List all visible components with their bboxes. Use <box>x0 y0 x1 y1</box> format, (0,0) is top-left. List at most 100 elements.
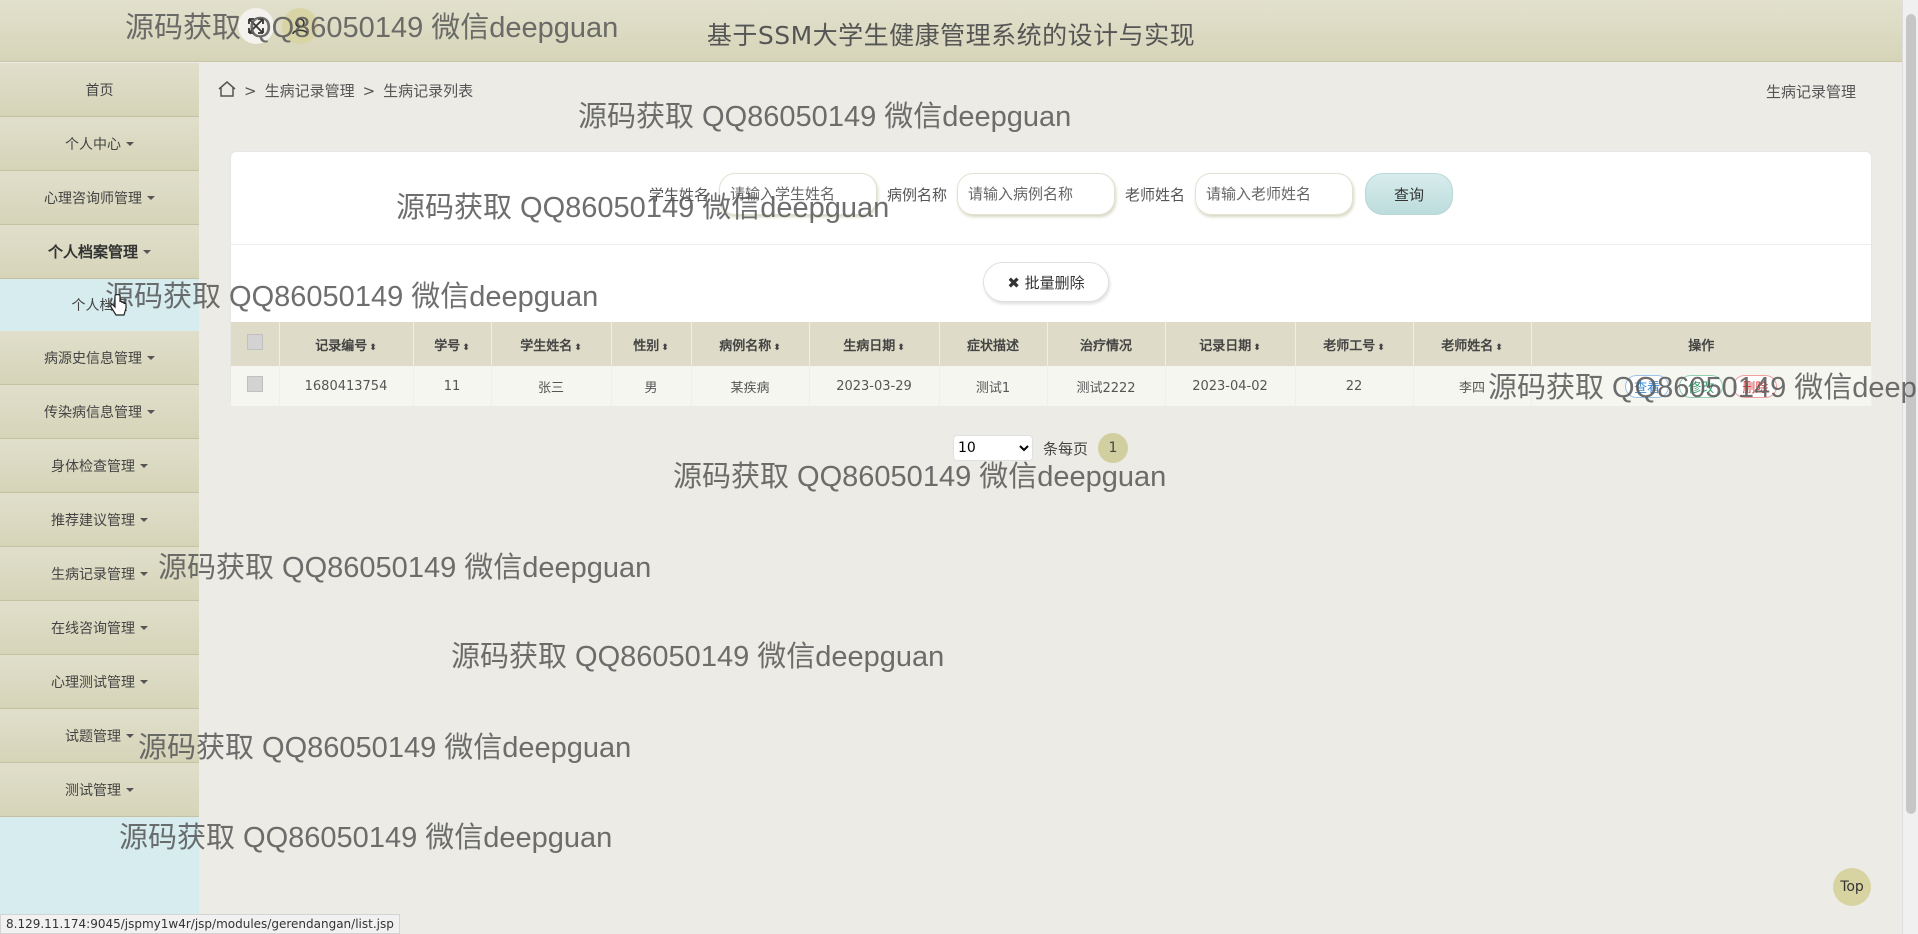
breadcrumb: > 生病记录管理 > 生病记录列表 <box>218 80 473 101</box>
sidebar-item-label: 个人档案管理 <box>47 243 138 261</box>
view-button[interactable]: 查看 <box>1625 374 1670 398</box>
close-icon: ✖ <box>1007 273 1025 292</box>
cell-record-no: 1680413754 <box>279 366 414 406</box>
sort-icon[interactable]: ⬍ <box>1377 343 1385 353</box>
caret-down-icon <box>126 141 134 146</box>
watermark: 源码获取 QQ86050149 微信deepguan <box>158 552 652 584</box>
caret-down-icon <box>140 679 148 684</box>
breadcrumb-level1[interactable]: 生病记录管理 <box>265 80 355 101</box>
sidebar-item-label: 在线咨询管理 <box>51 620 135 637</box>
sidebar-item-psych-test[interactable]: 心理测试管理 <box>0 655 199 709</box>
sidebar-item-label: 心理测试管理 <box>51 674 135 691</box>
watermark: 源码获取 QQ86050149 微信deepguan <box>138 732 632 764</box>
sidebar-item-home[interactable]: 首页 <box>0 63 199 117</box>
breadcrumb-separator: > <box>244 81 257 100</box>
sidebar-item-medical-history[interactable]: 病源史信息管理 <box>0 331 199 385</box>
sort-icon[interactable]: ⬍ <box>773 343 781 353</box>
edit-button[interactable]: 修改 <box>1679 374 1724 398</box>
disease-name-input[interactable] <box>957 173 1115 215</box>
column-label: 记录编号 <box>315 338 368 354</box>
back-to-top-button[interactable]: Top <box>1833 868 1871 906</box>
caret-down-icon <box>126 787 134 792</box>
caret-down-icon <box>147 409 155 414</box>
sidebar-item-label: 传染病信息管理 <box>44 404 142 421</box>
sort-icon[interactable]: ⬍ <box>897 343 905 353</box>
sidebar-item-label: 病源史信息管理 <box>44 350 142 367</box>
scrollbar-thumb[interactable] <box>1906 14 1916 814</box>
sidebar-item-label: 首页 <box>85 82 114 99</box>
col-actions: 操作 <box>1531 322 1872 366</box>
sort-icon[interactable]: ⬍ <box>1495 343 1503 353</box>
sidebar-item-archive[interactable]: 个人档案管理 <box>0 225 199 279</box>
sidebar-item-online-consult[interactable]: 在线咨询管理 <box>0 601 199 655</box>
caret-down-icon <box>140 463 148 468</box>
per-page-label: 条每页 <box>1043 439 1089 458</box>
col-record-no[interactable]: 记录编号 ⬍ <box>279 322 414 366</box>
breadcrumb-level2: 生病记录列表 <box>383 82 474 100</box>
caret-down-icon <box>147 195 155 200</box>
column-label: 病例名称 <box>719 338 772 354</box>
search-form: 学生姓名 病例名称 老师姓名 查询 <box>231 170 1871 218</box>
sidebar-item-checkup[interactable]: 身体检查管理 <box>0 439 199 493</box>
caret-down-icon <box>140 571 148 576</box>
sort-icon[interactable]: ⬍ <box>661 343 669 353</box>
batch-delete-button[interactable]: ✖ 批量删除 <box>983 262 1109 302</box>
sidebar-item-sick-record[interactable]: 生病记录管理 <box>0 547 199 601</box>
select-all-checkbox-cell <box>231 322 280 366</box>
pagination: 10 条每页 1 <box>953 433 1129 463</box>
query-button[interactable]: 查询 <box>1365 173 1454 215</box>
column-label: 治疗情况 <box>1079 338 1132 354</box>
top-header: 基于SSM大学生健康管理系统的设计与实现 <box>0 0 1902 62</box>
column-label: 学生姓名 <box>520 338 573 354</box>
sidebar-item-counselor[interactable]: 心理咨询师管理 <box>0 171 199 225</box>
student-name-input[interactable] <box>718 173 877 215</box>
page-section-title: 生病记录管理 <box>1765 83 1856 101</box>
cell-actions: 查看 修改 删除 <box>1531 366 1872 406</box>
home-icon[interactable] <box>218 80 236 101</box>
app-title: 基于SSM大学生健康管理系统的设计与实现 <box>706 21 1196 50</box>
col-record-date[interactable]: 记录日期 ⬍ <box>1165 322 1296 366</box>
sidebar-item-label: 推荐建议管理 <box>51 512 135 529</box>
select-all-checkbox[interactable] <box>246 334 263 350</box>
sort-icon[interactable]: ⬍ <box>574 343 582 353</box>
sidebar-item-infectious[interactable]: 传染病信息管理 <box>0 385 199 439</box>
watermark: 源码获取 QQ86050149 微信deepguan <box>451 641 945 673</box>
disease-name-label: 病例名称 <box>886 185 947 204</box>
teacher-name-input[interactable] <box>1195 173 1354 215</box>
sort-icon[interactable]: ⬍ <box>369 343 377 353</box>
caret-down-icon <box>147 355 155 360</box>
col-disease[interactable]: 病例名称 ⬍ <box>691 322 810 366</box>
col-teacher-name[interactable]: 老师姓名 ⬍ <box>1413 322 1532 366</box>
table-header-row: 记录编号 ⬍ 学号 ⬍ 学生姓名 ⬍ 性别 ⬍ 病例名称 ⬍ 生病日期 ⬍ 症状描述 治疗情… <box>231 322 1872 366</box>
sidebar-item-label: 身体检查管理 <box>51 458 135 475</box>
page-scrollbar[interactable] <box>1902 0 1918 934</box>
delete-button[interactable]: 删除 <box>1733 374 1778 398</box>
col-sick-date[interactable]: 生病日期 ⬍ <box>809 322 940 366</box>
row-checkbox-cell <box>231 366 280 406</box>
column-label: 操作 <box>1688 338 1715 354</box>
sort-icon[interactable]: ⬍ <box>462 343 470 353</box>
row-checkbox[interactable] <box>246 376 263 392</box>
column-label: 生病日期 <box>843 338 896 354</box>
page-size-select[interactable]: 10 <box>953 435 1033 461</box>
cell-disease: 某疾病 <box>691 366 810 406</box>
cell-teacher-no: 22 <box>1295 366 1414 406</box>
cell-treatment: 测试2222 <box>1047 366 1166 406</box>
col-gender[interactable]: 性别 ⬍ <box>611 322 692 366</box>
sidebar-item-advice[interactable]: 推荐建议管理 <box>0 493 199 547</box>
col-student-name[interactable]: 学生姓名 ⬍ <box>491 322 612 366</box>
column-label: 性别 <box>633 338 660 354</box>
page-number-current[interactable]: 1 <box>1098 433 1129 463</box>
column-label: 记录日期 <box>1199 338 1252 354</box>
cell-sick-date: 2023-03-29 <box>809 366 940 406</box>
teacher-name-label: 老师姓名 <box>1125 185 1186 204</box>
col-teacher-no[interactable]: 老师工号 ⬍ <box>1295 322 1414 366</box>
col-student-no[interactable]: 学号 ⬍ <box>413 322 492 366</box>
sidebar-subitem-archive[interactable]: 个人档案 <box>0 279 199 331</box>
cell-student-no: 11 <box>413 366 492 406</box>
sort-icon[interactable]: ⬍ <box>1253 343 1261 353</box>
sidebar-item-personal-center[interactable]: 个人中心 <box>0 117 199 171</box>
sidebar-item-tests[interactable]: 测试管理 <box>0 763 199 817</box>
sidebar-item-questions[interactable]: 试题管理 <box>0 709 199 763</box>
sidebar: 首页 个人中心 心理咨询师管理 个人档案管理 个人档案 病源史信息管理 传染病信… <box>0 63 199 934</box>
